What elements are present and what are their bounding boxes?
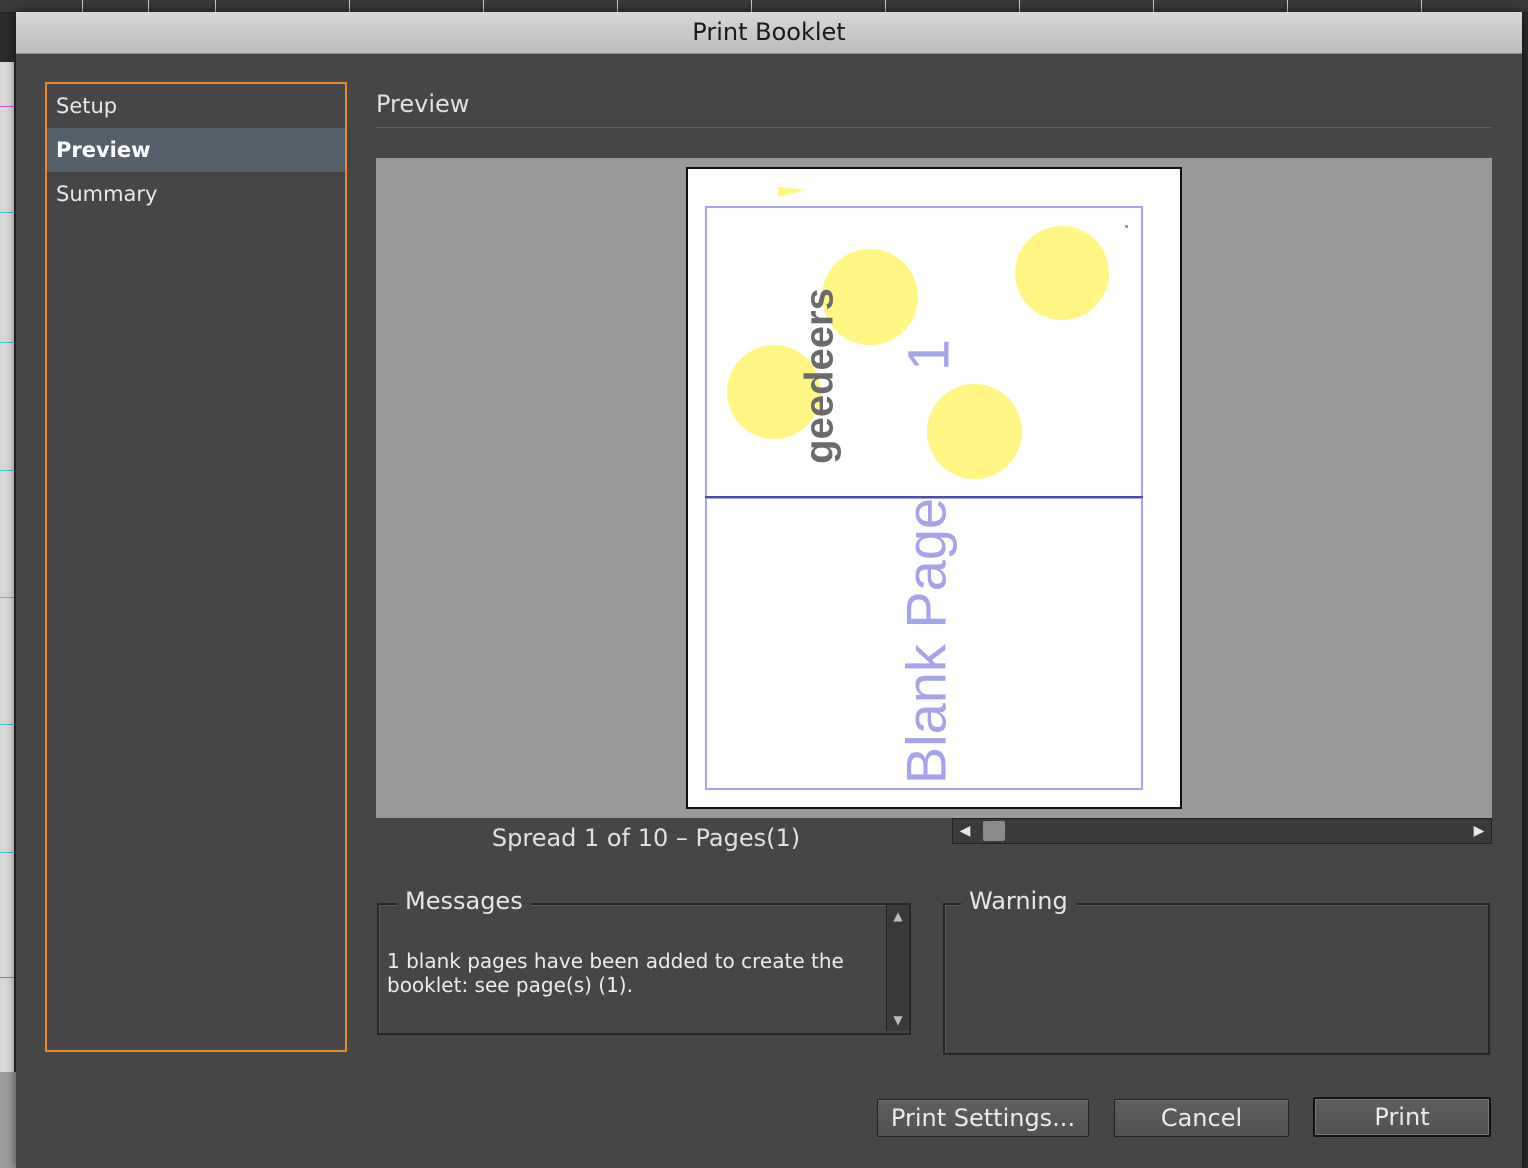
- dialog-title[interactable]: Print Booklet: [16, 12, 1522, 54]
- print-booklet-dialog: Print Booklet Setup Preview Summary Prev…: [16, 12, 1522, 1168]
- messages-legend: Messages: [397, 887, 531, 915]
- blank-page-text: Blank Page: [894, 497, 958, 785]
- yellow-circle: [927, 384, 1022, 479]
- bleed-shape: [778, 187, 806, 197]
- top-page-number: 1: [896, 338, 962, 372]
- yellow-circle: [1015, 226, 1109, 320]
- warning-group: Warning: [943, 887, 1490, 1055]
- spread-label: Spread 1 of 10 – Pages(1): [491, 824, 801, 852]
- preview-area: geedeers 1 Blank Page: [376, 158, 1492, 818]
- sidebar-item-setup[interactable]: Setup: [47, 84, 345, 128]
- messages-scrollbar[interactable]: ▲ ▼: [886, 905, 909, 1031]
- panel-heading: Preview: [376, 90, 1492, 128]
- scroll-right-icon[interactable]: ▶: [1467, 819, 1491, 843]
- scroll-left-icon[interactable]: ◀: [953, 819, 977, 843]
- sidebar-item-summary[interactable]: Summary: [47, 172, 345, 216]
- sidebar-item-preview[interactable]: Preview: [47, 128, 345, 172]
- cancel-button[interactable]: Cancel: [1114, 1099, 1289, 1137]
- document-canvas-edge: [0, 62, 14, 1072]
- scroll-down-icon[interactable]: ▼: [887, 1013, 909, 1027]
- messages-group: Messages 1 blank pages have been added t…: [377, 887, 911, 1035]
- print-button[interactable]: Print: [1313, 1097, 1491, 1137]
- scroll-thumb[interactable]: [983, 821, 1005, 841]
- sidebar-nav: Setup Preview Summary: [45, 82, 347, 1052]
- top-page-text: geedeers: [797, 288, 842, 464]
- scroll-up-icon[interactable]: ▲: [887, 909, 909, 923]
- warning-legend: Warning: [961, 887, 1076, 915]
- messages-text: 1 blank pages have been added to create …: [387, 949, 844, 997]
- print-settings-button[interactable]: Print Settings...: [877, 1099, 1089, 1137]
- page-mark: [1125, 225, 1128, 228]
- preview-sheet: geedeers 1 Blank Page: [686, 167, 1182, 809]
- document-canvas-bottom: [0, 1072, 16, 1168]
- spread-scrollbar[interactable]: ◀ ▶: [952, 818, 1492, 844]
